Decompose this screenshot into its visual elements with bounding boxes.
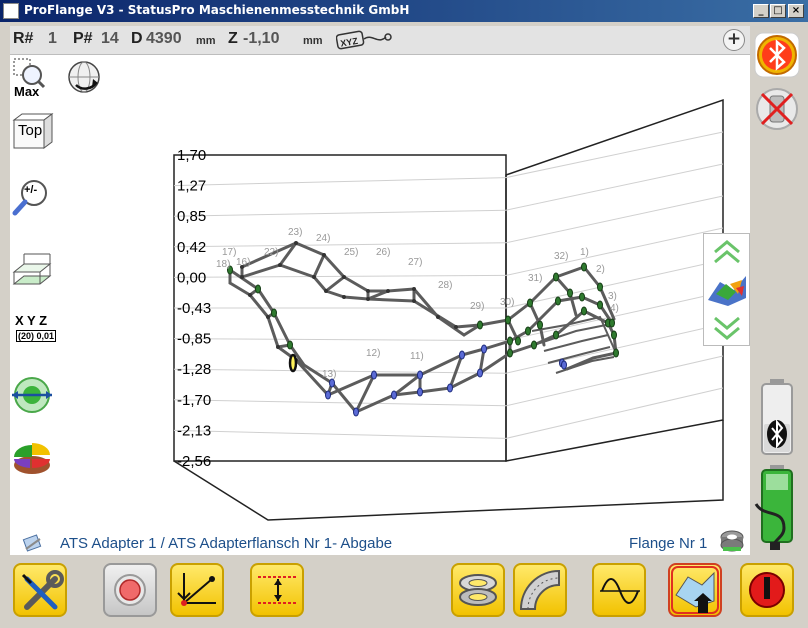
close-button[interactable]: × <box>788 4 804 18</box>
grid-line <box>173 338 507 342</box>
view-selector <box>703 233 750 346</box>
bluetooth-button[interactable] <box>754 32 800 78</box>
y-tick-label: -1,28 <box>177 361 211 378</box>
point-label-4: 4) <box>610 303 619 314</box>
grid-line <box>173 177 507 187</box>
current-point-marker <box>288 353 298 373</box>
flange-path-text: ATS Adapter 1 / ATS Adapterflansch Nr 1-… <box>60 535 393 552</box>
y-tick-label: 1,27 <box>177 178 206 195</box>
minimize-button[interactable]: _ <box>753 4 769 18</box>
wrench-screwdriver-icon <box>21 570 64 610</box>
laser-button[interactable] <box>754 86 800 132</box>
p-label: P# <box>73 30 93 47</box>
grid-line <box>173 399 507 407</box>
chevron-up-icon[interactable] <box>713 240 741 264</box>
height-icon <box>258 576 298 604</box>
settings-button[interactable] <box>13 563 67 617</box>
flange-ring-icon[interactable] <box>719 527 745 553</box>
d-value: 4390 <box>146 30 182 47</box>
angle-measure-button[interactable] <box>170 563 224 617</box>
point-label-24: 24) <box>316 233 330 244</box>
ring-icon <box>459 574 497 606</box>
point-label-16: 16) <box>236 257 250 268</box>
point-label-28: 28) <box>438 280 452 291</box>
record-icon <box>114 574 146 606</box>
grid-line <box>505 387 724 439</box>
grid-line <box>505 227 724 276</box>
sine-wave-icon <box>600 578 640 604</box>
power-icon <box>749 572 785 608</box>
flange-wireframe <box>228 241 618 414</box>
3d-surface-icon[interactable] <box>706 270 748 308</box>
point-label-25: 25) <box>344 247 358 258</box>
point-label-17: 17) <box>222 247 236 258</box>
point-label-26: 26) <box>376 247 390 258</box>
y-tick-label: -0,85 <box>177 331 211 348</box>
point-label-29: 29) <box>470 301 484 312</box>
app-icon <box>3 3 19 19</box>
r-label: R# <box>13 30 34 47</box>
segment-icon <box>519 569 560 610</box>
y-tick-label: -2,13 <box>177 422 211 439</box>
point-label-22: 22) <box>264 247 278 258</box>
grid-line <box>173 209 507 217</box>
flange-number-text: Flange Nr 1 <box>629 535 708 552</box>
p-value: 14 <box>101 30 119 47</box>
y-tick-label: 1,70 <box>177 147 206 164</box>
z-unit: mm <box>303 35 323 47</box>
power-off-button[interactable] <box>740 563 794 617</box>
point-label-23: 23) <box>288 227 302 238</box>
y-tick-label: -0,43 <box>177 300 211 317</box>
add-button[interactable]: + <box>723 29 745 51</box>
sensor-battery <box>761 379 793 455</box>
point-label-3: 3) <box>608 291 617 302</box>
y-tick-label: -2,56 <box>177 453 211 470</box>
point-label-30: 30) <box>500 297 514 308</box>
y-tick-label: 0,00 <box>177 269 206 286</box>
z-value: -1,10 <box>243 30 280 47</box>
3d-export-icon <box>671 566 719 614</box>
record-button[interactable] <box>103 563 157 617</box>
y-tick-label: 0,42 <box>177 239 206 256</box>
ring-flange-button[interactable] <box>451 563 505 617</box>
point-label-12: 12) <box>366 348 380 359</box>
y-axis-labels: 1,70 1,27 0,85 0,42 0,00 -0,43 -0,85 -1,28 -1,70… <box>177 147 211 470</box>
grid-line <box>173 429 507 439</box>
d-label: D <box>131 30 143 47</box>
point-label-11: 11) <box>410 351 424 362</box>
chevron-down-icon[interactable] <box>713 316 741 340</box>
point-label-32: 32) <box>554 251 568 262</box>
d-unit: mm <box>196 35 216 47</box>
xyz-sensor-icon[interactable]: XYZ <box>335 29 394 51</box>
flange-3d-plot: 1,70 1,27 0,85 0,42 0,00 -0,43 -0,85 -1,28 -1,70… <box>173 98 724 521</box>
power-battery <box>754 465 793 550</box>
maximize-button[interactable]: □ <box>770 4 786 18</box>
point-label-13: 13) <box>322 369 336 380</box>
document-icon[interactable] <box>22 531 44 553</box>
point-label-31: 31) <box>528 273 542 284</box>
point-label-27: 27) <box>408 257 422 268</box>
point-label-1: 1) <box>580 247 589 258</box>
main-plot-panel: Max Top +/- X Y Z (20) 0,01 1,70 1,27 0,… <box>10 55 750 555</box>
measurement-status-bar: R# 1 P# 14 D 4390 mm Z -1,10 mm XYZ + <box>10 26 750 55</box>
angle-icon <box>177 573 216 606</box>
segment-flange-button[interactable] <box>513 563 567 617</box>
window-titlebar: ProFlange V3 - StatusPro Maschienenmesst… <box>0 0 808 22</box>
window-title: ProFlange V3 - StatusPro Maschienenmesst… <box>24 3 410 17</box>
point-label-2: 2) <box>596 264 605 275</box>
r-value: 1 <box>48 30 57 47</box>
height-measure-button[interactable] <box>250 563 304 617</box>
wave-button[interactable] <box>592 563 646 617</box>
z-label: Z <box>228 30 238 47</box>
y-tick-label: -1,70 <box>177 392 211 409</box>
y-tick-label: 0,85 <box>177 208 206 225</box>
grid-line <box>173 274 507 278</box>
export-3d-button[interactable] <box>668 563 722 617</box>
point-label-18: 18) <box>216 259 230 270</box>
grid-line <box>505 355 724 407</box>
